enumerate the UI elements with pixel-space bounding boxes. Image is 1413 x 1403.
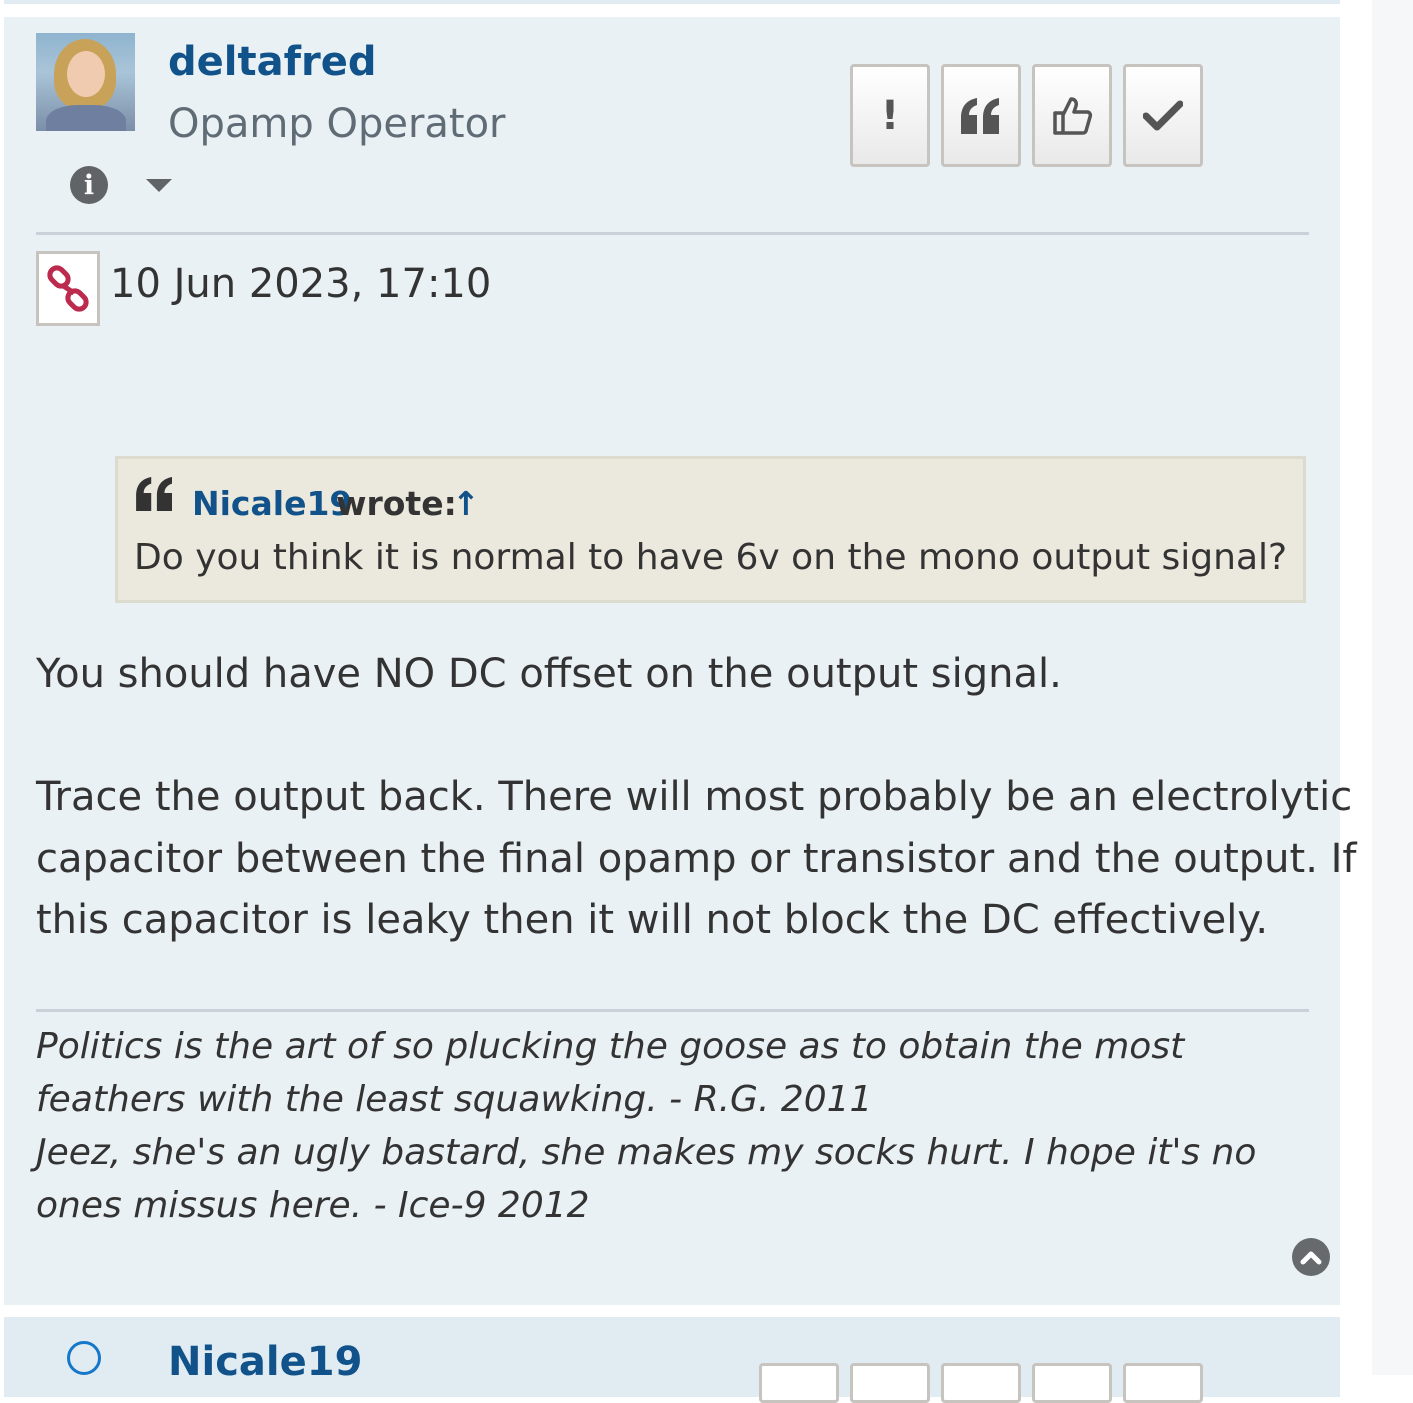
- post-paragraph-line: Trace the output back. There will most p…: [36, 774, 1353, 820]
- next-forum-post: Nicale19: [4, 1317, 1340, 1403]
- like-button[interactable]: [1032, 64, 1112, 167]
- quote-button[interactable]: [941, 1363, 1021, 1403]
- previous-post-edge: [4, 0, 1340, 4]
- signature-line: Jeez, she's an ugly bastard, she makes m…: [36, 1132, 1257, 1173]
- quote-text: Do you think it is normal to have 6v on …: [134, 537, 1288, 578]
- post-paragraph-line: capacitor between the final opamp or tra…: [36, 836, 1357, 882]
- quote-icon: [961, 97, 999, 134]
- quote-wrote-label: wrote:: [336, 484, 457, 523]
- chevron-up-icon: [1300, 1251, 1322, 1265]
- post-date: 10 Jun 2023, 17:10: [110, 261, 492, 307]
- signature-line: feathers with the least squawking. - R.G…: [36, 1079, 873, 1120]
- permalink-button[interactable]: [36, 251, 100, 326]
- quote-button[interactable]: [941, 64, 1021, 167]
- post-paragraph-line: this capacitor is leaky then it will not…: [36, 897, 1269, 943]
- signature-line: ones missus here. - Ice-9 2012: [36, 1185, 590, 1226]
- quote-source-arrow[interactable]: ↑: [452, 484, 480, 523]
- solved-button[interactable]: [1123, 1363, 1203, 1403]
- signature: Politics is the art of so plucking the g…: [36, 1020, 1256, 1232]
- page-gutter: [1372, 0, 1413, 1375]
- action-button[interactable]: [759, 1363, 839, 1403]
- back-to-top-button[interactable]: [1292, 1238, 1330, 1276]
- quote-block: Nicale19 wrote: ↑ Do you think it is nor…: [115, 456, 1306, 603]
- like-button[interactable]: [1032, 1363, 1112, 1403]
- caret-down-icon[interactable]: [146, 179, 172, 192]
- report-button[interactable]: !: [850, 64, 930, 167]
- link-icon: [47, 264, 89, 312]
- blockquote-icon: [136, 477, 172, 511]
- report-button[interactable]: [850, 1363, 930, 1403]
- avatar[interactable]: [36, 33, 135, 131]
- author-rank: Opamp Operator: [168, 101, 506, 147]
- post-paragraph: You should have NO DC offset on the outp…: [36, 651, 1062, 697]
- avatar[interactable]: [67, 1341, 101, 1375]
- post-author-link[interactable]: deltafred: [168, 39, 376, 85]
- solved-button[interactable]: [1123, 64, 1203, 167]
- signature-divider: [36, 1009, 1309, 1012]
- info-icon[interactable]: i: [70, 166, 108, 204]
- quote-author-link[interactable]: Nicale19: [192, 484, 352, 523]
- forum-post: deltafred Opamp Operator i ! 10 Jun 2023…: [4, 17, 1357, 1305]
- report-icon: !: [880, 92, 900, 139]
- check-icon: [1143, 100, 1183, 130]
- signature-line: Politics is the art of so plucking the g…: [36, 1026, 1185, 1067]
- post-author-link[interactable]: Nicale19: [168, 1339, 362, 1385]
- header-divider: [36, 232, 1309, 235]
- thumbs-up-icon: [1053, 96, 1093, 135]
